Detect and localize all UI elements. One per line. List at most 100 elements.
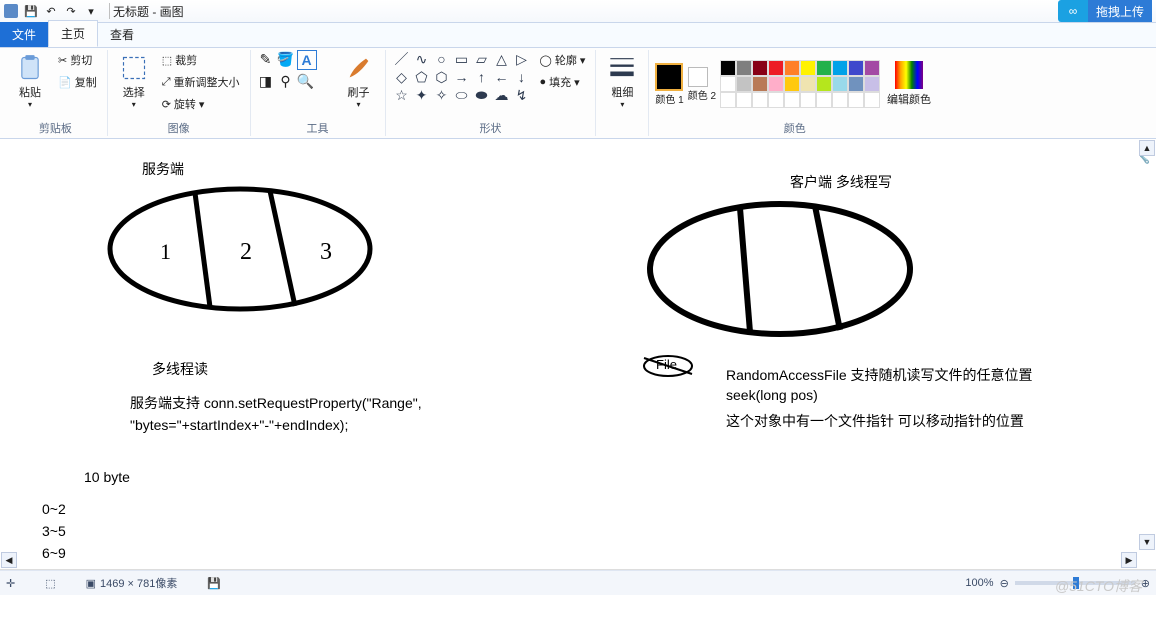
brush-button[interactable]: 刷子▾ xyxy=(339,50,379,112)
cloud-icon[interactable]: ∞ xyxy=(1058,0,1088,22)
palette-color[interactable] xyxy=(832,76,848,92)
group-image: 选择▾ ⬚ 裁剪 ⤢ 重新调整大小 ⟳ 旋转 ▾ 图像 xyxy=(108,50,251,136)
cut-button[interactable]: ✂ 剪切 xyxy=(54,50,101,70)
palette-color[interactable] xyxy=(768,60,784,76)
qat-dropdown[interactable]: ▾ xyxy=(82,2,100,20)
canvas-viewport[interactable]: 服务端 客户端 多线程写 1 2 3 多线程读 服务端支持 conn.setRe… xyxy=(0,139,1156,570)
redo-button[interactable]: ↷ xyxy=(62,2,80,20)
picker-tool[interactable]: ⚲ xyxy=(277,72,295,90)
palette-color[interactable] xyxy=(768,76,784,92)
palette-color[interactable] xyxy=(752,76,768,92)
cloud-upload-group: ∞ 拖拽上传 xyxy=(1058,0,1152,22)
drag-upload-button[interactable]: 拖拽上传 xyxy=(1088,0,1152,22)
palette-color[interactable] xyxy=(784,92,800,108)
group-tools: ✎ 🪣 A ◨ ⚲ 🔍 刷子▾ 工具 xyxy=(251,50,386,136)
zoom-tool[interactable]: 🔍 xyxy=(297,72,315,90)
palette-color[interactable] xyxy=(848,76,864,92)
fill-button[interactable]: ● 填充 ▾ xyxy=(536,72,590,92)
palette-color[interactable] xyxy=(720,76,736,92)
watermark: @51CTO博客 xyxy=(1055,576,1142,596)
tab-view[interactable]: 查看 xyxy=(98,22,146,47)
zoom-out-button[interactable]: ⊖ xyxy=(1000,577,1009,590)
file-word: File xyxy=(656,357,677,372)
copy-button[interactable]: 📄 复制 xyxy=(54,72,101,92)
palette-color[interactable] xyxy=(848,60,864,76)
palette-color[interactable] xyxy=(800,60,816,76)
client-label: 客户端 多线程写 xyxy=(790,172,892,192)
palette-color[interactable] xyxy=(768,92,784,108)
palette-color[interactable] xyxy=(752,60,768,76)
group-colors: 颜色 1 颜色 2 编辑颜色 颜色 xyxy=(649,50,940,136)
zoom-in-button[interactable]: ⊕ xyxy=(1141,577,1150,590)
stroke-width-button[interactable]: 粗细▾ xyxy=(602,50,642,112)
group-label: 图像 xyxy=(168,120,190,136)
selection-size: ⬚ xyxy=(45,577,55,590)
raf-line2: seek(long pos) xyxy=(726,387,818,403)
canvas[interactable]: 服务端 客户端 多线程写 1 2 3 多线程读 服务端支持 conn.setRe… xyxy=(0,139,1140,570)
palette-color[interactable] xyxy=(848,92,864,108)
cursor-pos: ✛ xyxy=(6,577,15,590)
scroll-right[interactable]: ▶ xyxy=(1121,552,1137,568)
palette-color[interactable] xyxy=(864,60,880,76)
palette-color[interactable] xyxy=(752,92,768,108)
palette-color[interactable] xyxy=(736,92,752,108)
quick-access-toolbar: 💾 ↶ ↷ ▾ xyxy=(22,2,100,20)
palette-color[interactable] xyxy=(720,92,736,108)
palette-color[interactable] xyxy=(784,60,800,76)
palette-color[interactable] xyxy=(816,76,832,92)
color1-swatch[interactable] xyxy=(655,63,683,91)
rotate-button[interactable]: ⟳ 旋转 ▾ xyxy=(158,94,244,114)
tab-file[interactable]: 文件 xyxy=(0,22,48,47)
edit-colors-button[interactable]: 编辑颜色 xyxy=(884,53,934,115)
tool-grid: ✎ 🪣 A ◨ ⚲ 🔍 xyxy=(257,50,335,90)
select-label: 选择 xyxy=(123,84,145,100)
fill-tool[interactable]: 🪣 xyxy=(277,50,295,68)
palette-color[interactable] xyxy=(816,60,832,76)
scroll-up[interactable]: ▲ xyxy=(1139,140,1155,156)
scroll-left[interactable]: ◀ xyxy=(1,552,17,568)
color-palette[interactable] xyxy=(720,60,880,108)
eraser-tool[interactable]: ◨ xyxy=(257,72,275,90)
palette-color[interactable] xyxy=(832,60,848,76)
group-label: 工具 xyxy=(307,120,329,136)
text-tool[interactable]: A xyxy=(297,50,317,70)
palette-color[interactable] xyxy=(736,76,752,92)
color2-swatch[interactable] xyxy=(688,67,708,87)
palette-color[interactable] xyxy=(736,60,752,76)
select-button[interactable]: 选择▾ xyxy=(114,50,154,112)
scroll-down[interactable]: ▼ xyxy=(1139,534,1155,550)
lines-icon xyxy=(608,54,636,82)
group-stroke: 粗细▾ xyxy=(596,50,649,136)
group-label: 形状 xyxy=(479,120,501,136)
palette-color[interactable] xyxy=(800,76,816,92)
tab-home[interactable]: 主页 xyxy=(48,20,98,47)
server-label: 服务端 xyxy=(142,159,184,179)
save-button[interactable]: 💾 xyxy=(22,2,40,20)
select-icon xyxy=(120,54,148,82)
palette-color[interactable] xyxy=(816,92,832,108)
color2-label: 颜色 2 xyxy=(688,87,716,102)
palette-color[interactable] xyxy=(864,76,880,92)
title-bar: 💾 ↶ ↷ ▾ 无标题 - 画图 ∞ 拖拽上传 xyxy=(0,0,1156,23)
ribbon-tabs: 文件 主页 查看 xyxy=(0,23,1156,48)
canvas-size: ▣ 1469 × 781像素 xyxy=(86,575,178,591)
palette-color[interactable] xyxy=(784,76,800,92)
window-title: 无标题 - 画图 xyxy=(113,3,184,20)
palette-color[interactable] xyxy=(832,92,848,108)
crop-button[interactable]: ⬚ 裁剪 xyxy=(158,50,244,70)
stroke-label: 粗细 xyxy=(611,84,633,100)
ribbon: 粘贴▾ ✂ 剪切 📄 复制 剪贴板 选择▾ ⬚ 裁剪 ⤢ 重新调整大小 ⟳ 旋转… xyxy=(0,48,1156,139)
resize-button[interactable]: ⤢ 重新调整大小 xyxy=(158,72,244,92)
paste-button[interactable]: 粘贴▾ xyxy=(10,50,50,112)
palette-color[interactable] xyxy=(800,92,816,108)
shape-gallery[interactable]: ／∿○▭▱△▷ ◇⬠⬡→↑←↓ ☆✦✧⬭⬬☁↯ xyxy=(392,50,532,104)
spacer xyxy=(317,50,335,68)
outline-button[interactable]: ◯ 轮廓 ▾ xyxy=(536,50,590,70)
range3: 6~9 xyxy=(42,545,66,561)
byte-label: 10 byte xyxy=(84,469,130,485)
pencil-tool[interactable]: ✎ xyxy=(257,50,275,68)
palette-color[interactable] xyxy=(864,92,880,108)
undo-button[interactable]: ↶ xyxy=(42,2,60,20)
palette-color[interactable] xyxy=(720,60,736,76)
read-label: 多线程读 xyxy=(152,359,208,379)
